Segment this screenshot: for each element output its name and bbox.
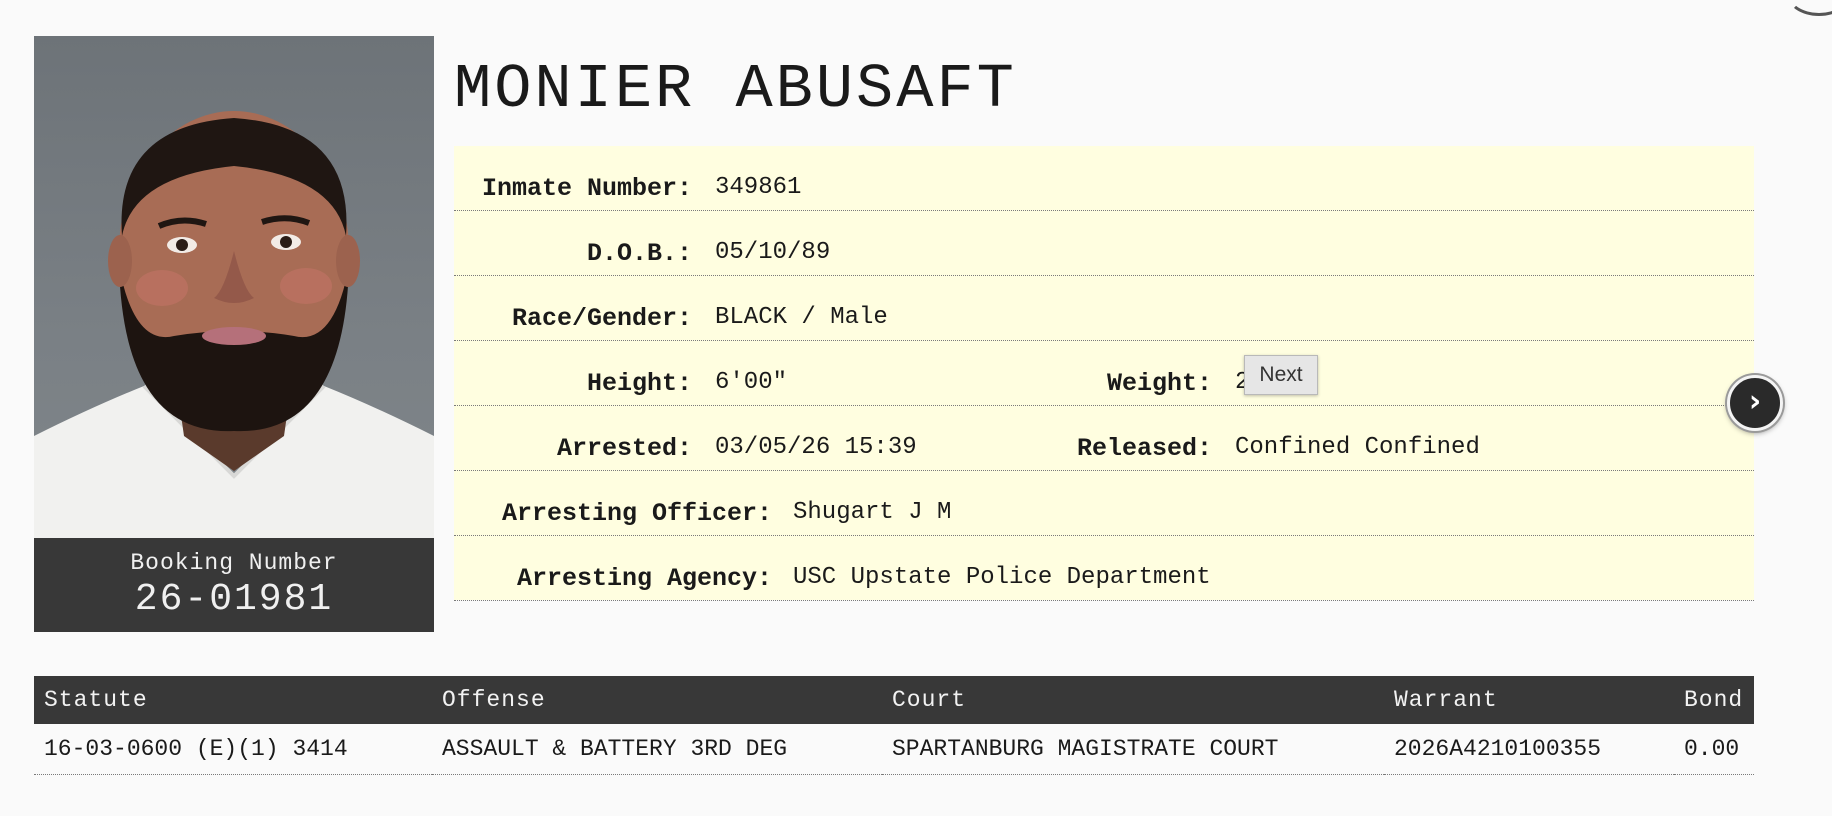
header-court: Court	[882, 676, 1384, 724]
arresting-officer-label: Arresting Officer:	[501, 499, 772, 528]
row-arresting-officer: Arresting Officer: Shugart J M	[454, 471, 1754, 536]
header-offense: Offense	[432, 676, 882, 724]
booking-box: Booking Number 26-01981	[34, 538, 434, 632]
header-warrant: Warrant	[1384, 676, 1674, 724]
inmate-page: Booking Number 26-01981 MONIER ABUSAFT I…	[0, 0, 1832, 816]
released-value: Confined Confined	[1235, 434, 1480, 461]
arresting-agency-value: USC Upstate Police Department	[793, 564, 1211, 591]
booking-number: 26-01981	[134, 578, 334, 621]
row-arrested-released: Arrested: 03/05/26 15:39 Released: Confi…	[454, 406, 1754, 471]
chevron-right-icon: ›	[1748, 384, 1762, 419]
cell-bond: 0.00	[1674, 724, 1754, 775]
next-button[interactable]: ›	[1727, 375, 1783, 431]
mugshot-panel: Booking Number 26-01981	[34, 36, 434, 632]
dob-label: D.O.B.:	[586, 239, 692, 268]
race-gender-label: Race/Gender:	[511, 304, 692, 333]
next-tooltip: Next	[1244, 355, 1318, 395]
cell-court: SPARTANBURG MAGISTRATE COURT	[882, 724, 1384, 775]
inmate-number-label: Inmate Number:	[481, 174, 692, 203]
inmate-name: MONIER ABUSAFT	[454, 54, 1017, 125]
cell-warrant: 2026A4210100355	[1384, 724, 1674, 775]
corner-decoration	[1786, 0, 1832, 16]
row-height-weight: Height: 6'00" Weight: 2	[454, 341, 1754, 406]
row-arresting-agency: Arresting Agency: USC Upstate Police Dep…	[454, 536, 1754, 601]
cell-statute: 16-03-0600 (E)(1) 3414	[34, 724, 432, 775]
cell-offense: ASSAULT & BATTERY 3RD DEG	[432, 724, 882, 775]
header-bond: Bond	[1674, 676, 1754, 724]
arresting-agency-label: Arresting Agency:	[516, 564, 772, 593]
inmate-details: Inmate Number: 349861 D.O.B.: 05/10/89 R…	[454, 146, 1754, 601]
weight-label: Weight:	[1106, 369, 1212, 398]
row-inmate-number: Inmate Number: 349861	[454, 146, 1754, 211]
dob-value: 05/10/89	[715, 239, 831, 266]
height-value: 6'00"	[715, 369, 788, 396]
arrested-value: 03/05/26 15:39	[715, 434, 917, 461]
released-label: Released:	[1076, 434, 1212, 463]
height-label: Height:	[586, 369, 692, 398]
charges-table: Statute Offense Court Warrant Bond 16-03…	[34, 676, 1754, 775]
header-statute: Statute	[34, 676, 432, 724]
arrested-label: Arrested:	[556, 434, 692, 463]
race-gender-value: BLACK / Male	[715, 304, 888, 331]
mugshot-photo	[34, 36, 434, 538]
row-race-gender: Race/Gender: BLACK / Male	[454, 276, 1754, 341]
row-dob: D.O.B.: 05/10/89	[454, 211, 1754, 276]
arresting-officer-value: Shugart J M	[793, 499, 952, 526]
booking-number-label: Booking Number	[130, 550, 338, 576]
table-row: 16-03-0600 (E)(1) 3414 ASSAULT & BATTERY…	[34, 724, 1754, 775]
inmate-number-value: 349861	[715, 174, 802, 201]
charges-header-row: Statute Offense Court Warrant Bond	[34, 676, 1754, 724]
